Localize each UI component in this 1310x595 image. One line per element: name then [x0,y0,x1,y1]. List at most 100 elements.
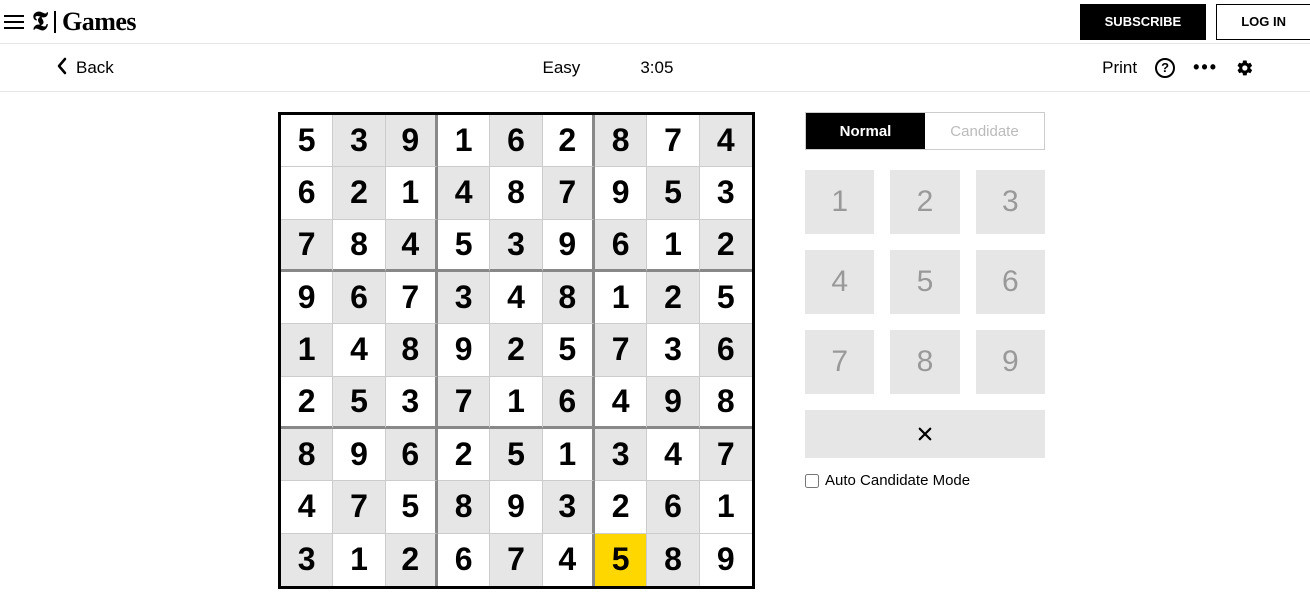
key-3[interactable]: 3 [976,170,1045,234]
cell-r2-c2[interactable]: 4 [386,220,438,272]
cell-r8-c0[interactable]: 3 [281,534,333,586]
cell-r1-c3[interactable]: 4 [438,167,490,219]
cell-r6-c1[interactable]: 9 [333,429,385,481]
cell-r1-c4[interactable]: 8 [490,167,542,219]
key-1[interactable]: 1 [805,170,874,234]
cell-r2-c5[interactable]: 9 [543,220,595,272]
mode-candidate-button[interactable]: Candidate [925,113,1044,149]
cell-r7-c3[interactable]: 8 [438,481,490,533]
mode-normal-button[interactable]: Normal [806,113,925,149]
auto-candidate-checkbox[interactable] [805,474,819,488]
cell-r5-c7[interactable]: 9 [647,377,699,429]
cell-r0-c8[interactable]: 4 [700,115,752,167]
cell-r4-c4[interactable]: 2 [490,324,542,376]
cell-r0-c5[interactable]: 2 [543,115,595,167]
cell-r0-c4[interactable]: 6 [490,115,542,167]
cell-r7-c4[interactable]: 9 [490,481,542,533]
cell-r3-c0[interactable]: 9 [281,272,333,324]
logo[interactable]: 𝕿 Games [32,7,136,37]
cell-r7-c7[interactable]: 6 [647,481,699,533]
key-7[interactable]: 7 [805,330,874,394]
cell-r3-c1[interactable]: 6 [333,272,385,324]
cell-r6-c6[interactable]: 3 [595,429,647,481]
cell-r2-c4[interactable]: 3 [490,220,542,272]
cell-r8-c6[interactable]: 5 [595,534,647,586]
cell-r8-c2[interactable]: 2 [386,534,438,586]
cell-r0-c0[interactable]: 5 [281,115,333,167]
help-button[interactable]: ? [1155,58,1175,78]
cell-r8-c4[interactable]: 7 [490,534,542,586]
cell-r2-c8[interactable]: 2 [700,220,752,272]
cell-r3-c6[interactable]: 1 [595,272,647,324]
cell-r5-c6[interactable]: 4 [595,377,647,429]
cell-r2-c3[interactable]: 5 [438,220,490,272]
cell-r1-c5[interactable]: 7 [543,167,595,219]
key-5[interactable]: 5 [890,250,959,314]
cell-r3-c5[interactable]: 8 [543,272,595,324]
settings-button[interactable] [1236,59,1254,77]
menu-icon[interactable] [4,15,24,29]
cell-r1-c6[interactable]: 9 [595,167,647,219]
cell-r4-c8[interactable]: 6 [700,324,752,376]
cell-r4-c3[interactable]: 9 [438,324,490,376]
cell-r7-c5[interactable]: 3 [543,481,595,533]
cell-r2-c0[interactable]: 7 [281,220,333,272]
key-6[interactable]: 6 [976,250,1045,314]
cell-r5-c8[interactable]: 8 [700,377,752,429]
cell-r0-c2[interactable]: 9 [386,115,438,167]
cell-r0-c6[interactable]: 8 [595,115,647,167]
cell-r0-c1[interactable]: 3 [333,115,385,167]
cell-r8-c7[interactable]: 8 [647,534,699,586]
cell-r8-c3[interactable]: 6 [438,534,490,586]
cell-r5-c3[interactable]: 7 [438,377,490,429]
cell-r1-c0[interactable]: 6 [281,167,333,219]
cell-r7-c8[interactable]: 1 [700,481,752,533]
cell-r2-c6[interactable]: 6 [595,220,647,272]
cell-r3-c2[interactable]: 7 [386,272,438,324]
key-8[interactable]: 8 [890,330,959,394]
cell-r6-c7[interactable]: 4 [647,429,699,481]
cell-r6-c8[interactable]: 7 [700,429,752,481]
cell-r5-c5[interactable]: 6 [543,377,595,429]
cell-r4-c7[interactable]: 3 [647,324,699,376]
cell-r3-c8[interactable]: 5 [700,272,752,324]
login-button[interactable]: LOG IN [1216,4,1310,40]
cell-r7-c6[interactable]: 2 [595,481,647,533]
cell-r2-c7[interactable]: 1 [647,220,699,272]
cell-r1-c1[interactable]: 2 [333,167,385,219]
cell-r3-c3[interactable]: 3 [438,272,490,324]
cell-r6-c3[interactable]: 2 [438,429,490,481]
key-2[interactable]: 2 [890,170,959,234]
cell-r3-c4[interactable]: 4 [490,272,542,324]
cell-r4-c6[interactable]: 7 [595,324,647,376]
cell-r4-c1[interactable]: 4 [333,324,385,376]
more-button[interactable]: ••• [1193,57,1218,78]
cell-r5-c4[interactable]: 1 [490,377,542,429]
back-button[interactable]: Back [56,57,114,79]
cell-r6-c4[interactable]: 5 [490,429,542,481]
cell-r6-c5[interactable]: 1 [543,429,595,481]
clear-button[interactable] [805,410,1045,458]
cell-r0-c7[interactable]: 7 [647,115,699,167]
cell-r1-c2[interactable]: 1 [386,167,438,219]
cell-r5-c2[interactable]: 3 [386,377,438,429]
cell-r4-c2[interactable]: 8 [386,324,438,376]
cell-r7-c2[interactable]: 5 [386,481,438,533]
print-button[interactable]: Print [1102,58,1137,78]
subscribe-button[interactable]: SUBSCRIBE [1080,4,1207,40]
cell-r4-c0[interactable]: 1 [281,324,333,376]
cell-r5-c1[interactable]: 5 [333,377,385,429]
cell-r3-c7[interactable]: 2 [647,272,699,324]
cell-r4-c5[interactable]: 5 [543,324,595,376]
key-9[interactable]: 9 [976,330,1045,394]
cell-r1-c7[interactable]: 5 [647,167,699,219]
cell-r6-c2[interactable]: 6 [386,429,438,481]
key-4[interactable]: 4 [805,250,874,314]
cell-r2-c1[interactable]: 8 [333,220,385,272]
cell-r7-c0[interactable]: 4 [281,481,333,533]
cell-r5-c0[interactable]: 2 [281,377,333,429]
cell-r6-c0[interactable]: 8 [281,429,333,481]
cell-r0-c3[interactable]: 1 [438,115,490,167]
auto-candidate-row[interactable]: Auto Candidate Mode [805,472,1045,489]
cell-r8-c8[interactable]: 9 [700,534,752,586]
